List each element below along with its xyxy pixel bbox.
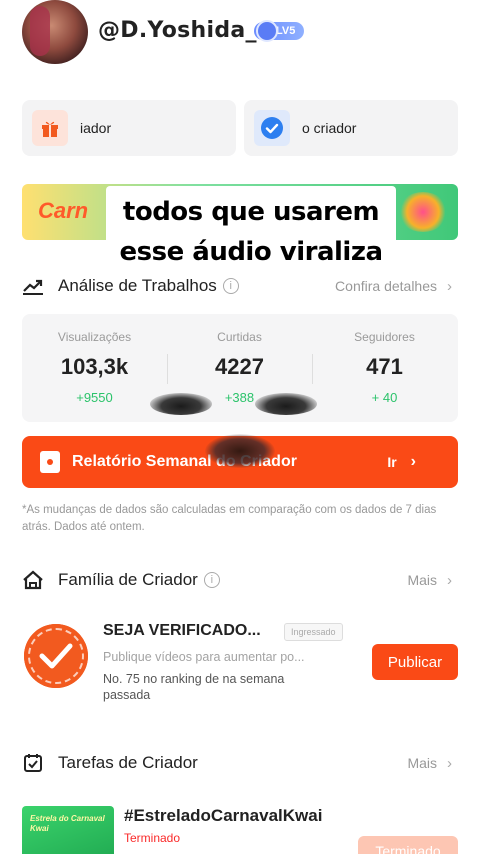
verified-badge-icon [24, 624, 88, 688]
analysis-title: Análise de Trabalhos [58, 276, 217, 295]
info-icon[interactable]: i [203, 572, 220, 588]
verified-check-icon [254, 110, 290, 146]
joined-tag: Ingressado [284, 623, 343, 641]
calendar-check-icon [22, 752, 44, 774]
family-title: Família de Criador [58, 570, 198, 589]
stat-value: 4227 [215, 354, 264, 379]
tasks-header: Tarefas de Criador Mais › [22, 748, 458, 778]
eye-shape [150, 393, 212, 415]
report-go-label: Ir [387, 454, 397, 470]
chevron-right-icon: › [447, 571, 452, 589]
task-ended-button[interactable]: Terminado [358, 836, 458, 854]
shortcut-label: iador [80, 120, 112, 136]
shortcut-card-1[interactable]: iador [22, 100, 236, 156]
task-title[interactable]: #EstreladoCarnavalKwai [124, 806, 322, 826]
data-note: *As mudanças de dados são calculadas em … [22, 504, 437, 533]
trend-chart-icon [22, 275, 44, 297]
family-item-rank: No. 75 no ranking de na semana passada [103, 672, 285, 702]
stat-views[interactable]: Visualizações 103,3k +9550 [22, 314, 167, 422]
details-label: Confira detalhes [335, 278, 437, 294]
profile-header: @D.Yoshida_ LV5 [0, 0, 480, 70]
face-overlay-mouth [205, 434, 275, 468]
stat-label: Curtidas [217, 330, 262, 344]
stat-label: Seguidores [354, 330, 415, 344]
stat-label: Visualizações [57, 330, 132, 344]
confetti-icon [398, 192, 448, 232]
report-go[interactable]: Ir › [387, 453, 416, 471]
stat-followers[interactable]: Seguidores 471 + 40 [312, 314, 457, 422]
tasks-title: Tarefas de Criador [58, 753, 198, 772]
username: @D.Yoshida_ [98, 18, 257, 43]
caption-line-1: todos que usarem [122, 197, 380, 227]
chevron-right-icon: › [447, 754, 452, 772]
family-more-link[interactable]: Mais › [407, 572, 452, 589]
family-item-subtitle: Publique vídeos para aumentar po... [103, 650, 305, 664]
stat-delta: +9550 [76, 390, 113, 405]
level-badge[interactable]: LV5 [254, 20, 304, 42]
more-label: Mais [407, 755, 437, 771]
info-icon[interactable]: i [222, 278, 239, 294]
task-status: Terminado [124, 831, 181, 845]
more-label: Mais [407, 572, 437, 588]
chevron-right-icon: › [447, 277, 452, 295]
publish-button[interactable]: Publicar [372, 644, 458, 680]
avatar[interactable] [22, 0, 88, 64]
stat-delta: + 40 [371, 390, 398, 405]
analysis-header: Análise de Trabalhos i Confira detalhes … [22, 271, 458, 301]
stat-value: 103,3k [60, 354, 129, 379]
family-item-title[interactable]: SEJA VERIFICADO... [103, 622, 261, 640]
house-icon [22, 569, 44, 591]
document-icon [40, 451, 60, 473]
family-header: Família de Criador i Mais › [22, 565, 458, 595]
level-icon [256, 20, 278, 42]
eye-shape [255, 393, 317, 415]
chevron-right-icon: › [410, 453, 416, 470]
level-label: LV5 [276, 25, 296, 37]
creator-center-page: @D.Yoshida_ LV5 iador o criador Carn tod… [0, 0, 480, 854]
caption-line-2: esse áudio viraliza [119, 237, 384, 267]
shortcut-card-2[interactable]: o criador [244, 100, 458, 156]
analysis-details-link[interactable]: Confira detalhes › [335, 278, 452, 295]
shortcut-label: o criador [302, 120, 357, 136]
video-caption-overlay: todos que usarem esse áudio viraliza [106, 186, 396, 278]
task-thumbnail-text: Estrela do Carnaval Kwai [30, 814, 105, 833]
tasks-more-link[interactable]: Mais › [407, 755, 452, 772]
face-overlay-eyes [150, 393, 330, 417]
banner-text: Carn [38, 198, 89, 223]
stat-value: 471 [366, 354, 403, 379]
task-thumbnail[interactable]: Estrela do Carnaval Kwai [22, 806, 114, 854]
gift-icon [32, 110, 68, 146]
